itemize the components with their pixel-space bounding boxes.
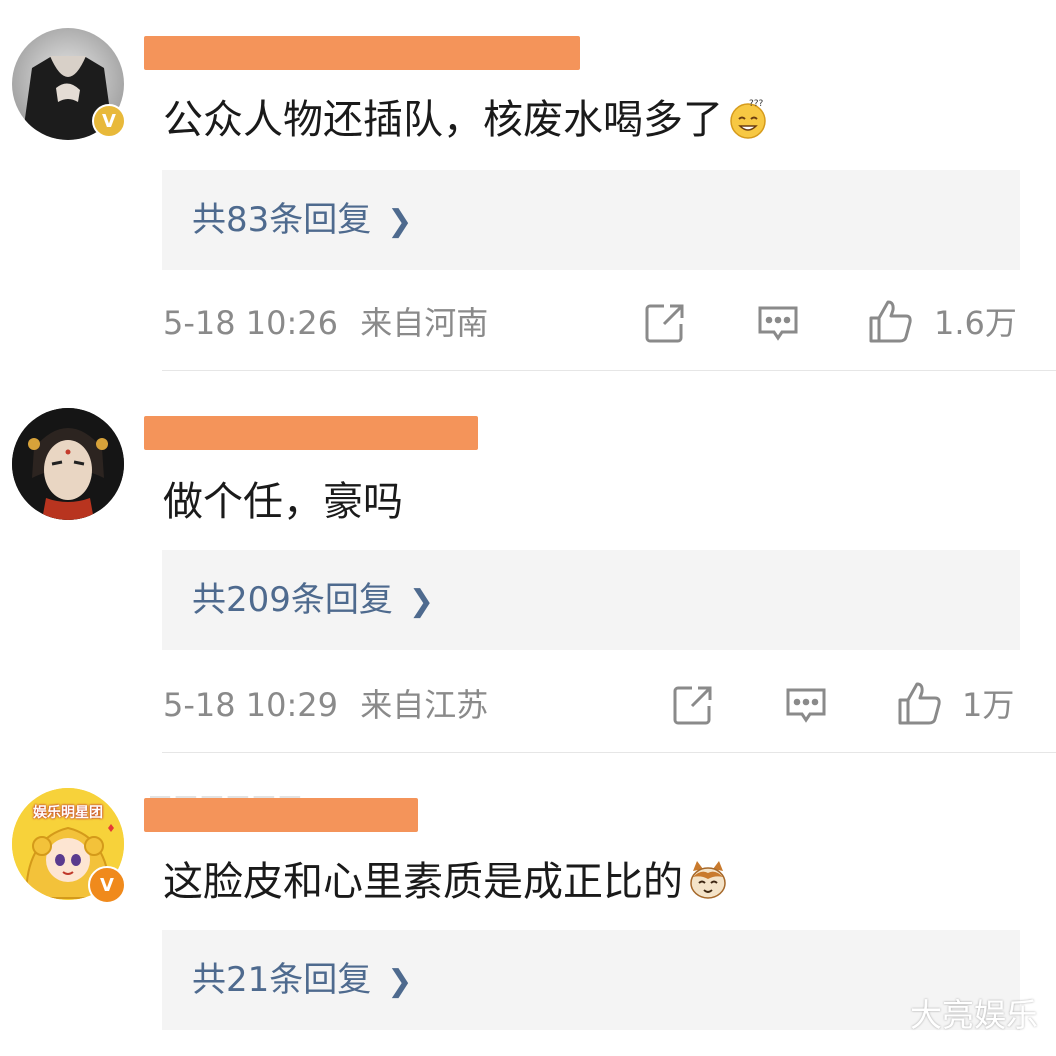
comment-meta: 5-18 10:26 来自河南	[163, 303, 488, 343]
avatar[interactable]	[12, 408, 124, 520]
username-redaction	[144, 36, 580, 70]
dizzy-face-emoji-icon: ???	[727, 97, 769, 139]
share-icon[interactable]	[672, 684, 714, 730]
chevron-right-icon: ❯	[387, 204, 413, 239]
like-icon[interactable]	[897, 680, 943, 730]
view-replies-link[interactable]: 共209条回复 ❯	[192, 578, 434, 624]
replies-panel[interactable]: 共209条回复 ❯	[162, 550, 1020, 650]
timestamp: 5-18 10:26	[163, 304, 339, 342]
divider	[162, 370, 1056, 371]
replies-panel[interactable]: 共83条回复 ❯	[162, 170, 1020, 270]
view-replies-link[interactable]: 共83条回复 ❯	[192, 198, 412, 244]
replies-panel[interactable]: 共21条回复 ❯	[162, 930, 1020, 1030]
chevron-right-icon: ❯	[387, 964, 413, 999]
location: 来自江苏	[360, 686, 489, 724]
like-icon[interactable]	[868, 298, 914, 348]
like-count: 1.6万	[934, 304, 1017, 342]
cat-face-emoji-icon	[687, 859, 729, 901]
verified-badge-icon: V	[92, 104, 126, 138]
comment-icon[interactable]	[784, 686, 828, 730]
like-count: 1万	[962, 686, 1015, 724]
username-redaction	[144, 416, 478, 450]
svg-text:???: ???	[749, 99, 764, 109]
username-redaction	[144, 798, 418, 832]
comment-text: 公众人物还插队，核废水喝多了 ???	[163, 96, 769, 144]
timestamp: 5-18 10:29	[163, 686, 339, 724]
avatar-label: 娱乐明星团	[33, 805, 103, 821]
share-icon[interactable]	[644, 302, 686, 348]
verified-badge-icon: V	[88, 866, 126, 904]
watermark: 大亮娱乐	[909, 996, 1038, 1034]
comment-meta: 5-18 10:29 来自江苏	[163, 685, 488, 725]
divider	[162, 752, 1056, 753]
comment-text: 这脸皮和心里素质是成正比的	[163, 858, 729, 906]
comment-icon[interactable]	[756, 304, 800, 348]
view-replies-link[interactable]: 共21条回复 ❯	[192, 958, 412, 1004]
chevron-right-icon: ❯	[408, 584, 435, 619]
location: 来自河南	[360, 304, 489, 342]
comment-text: 做个任，豪吗	[163, 479, 403, 525]
